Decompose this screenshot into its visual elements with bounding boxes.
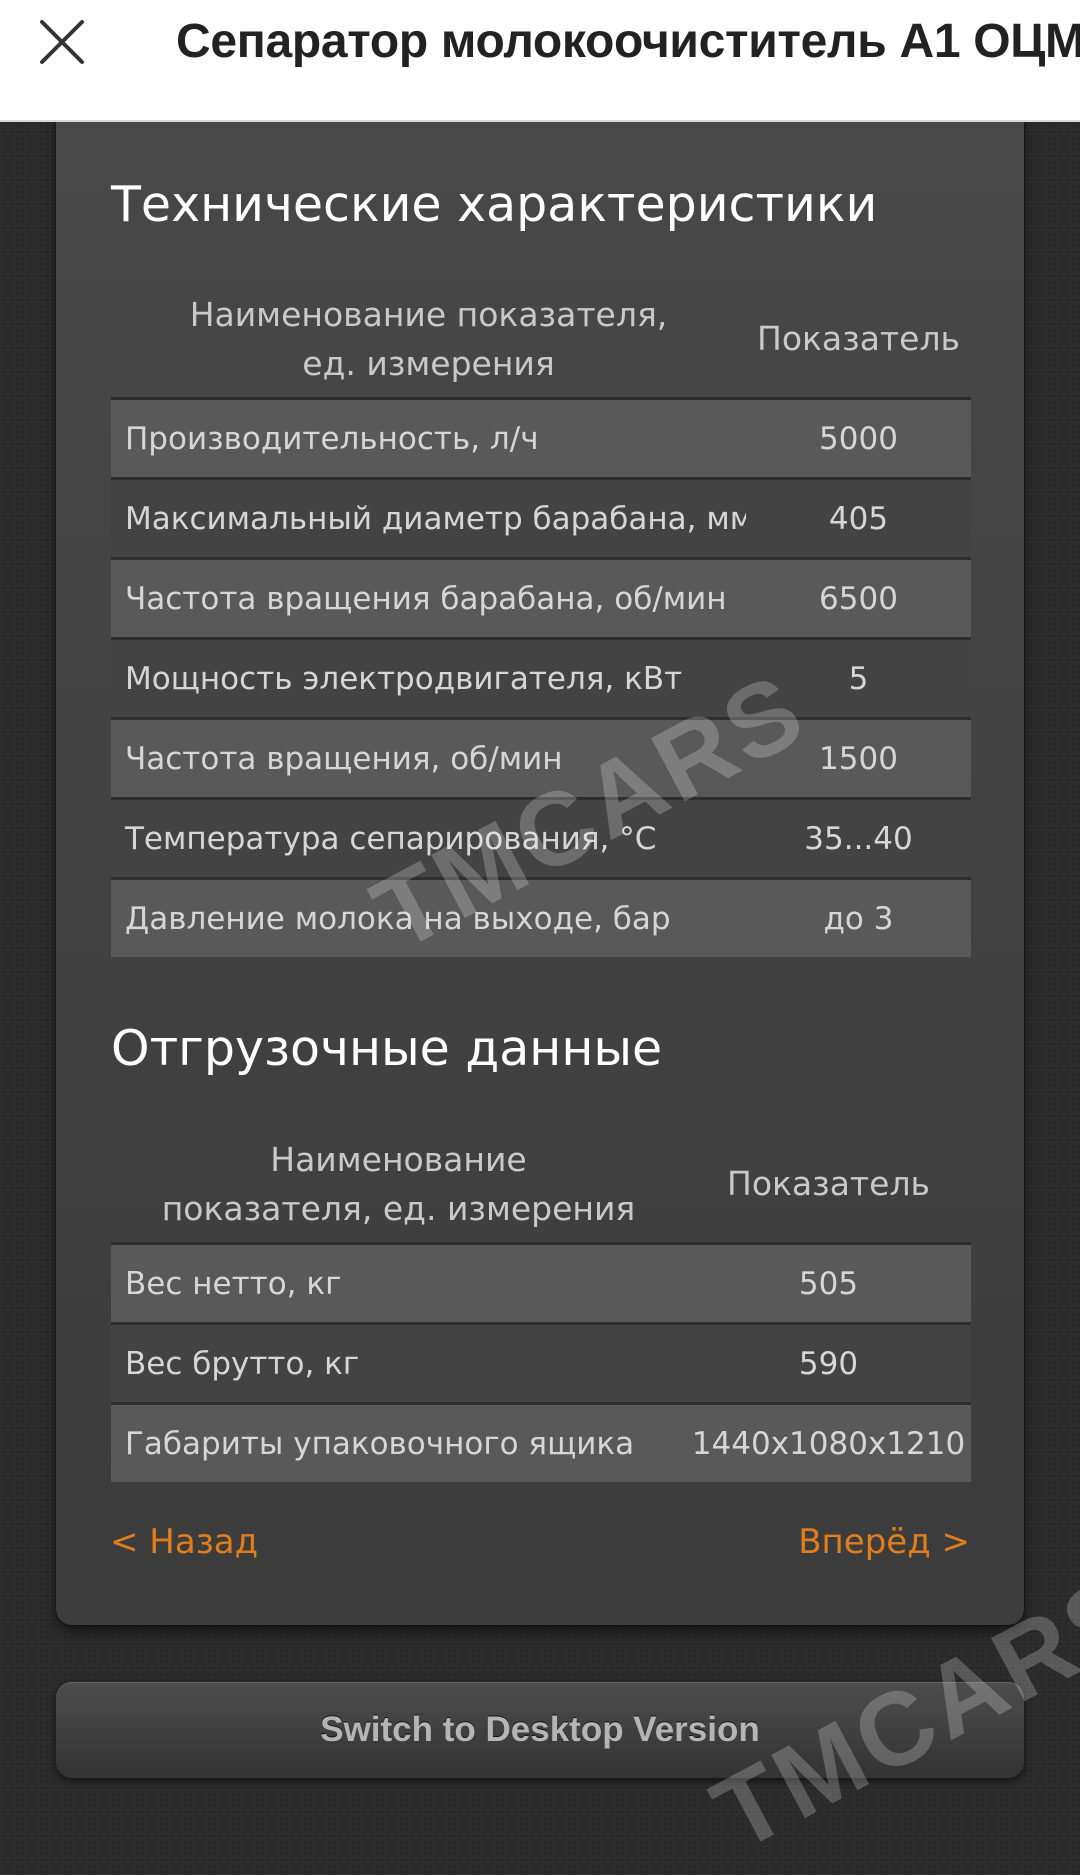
forward-link[interactable]: Вперёд > xyxy=(798,1522,970,1562)
specs-table: Наименование показателя, ед. измерения П… xyxy=(111,280,971,957)
table-row: Вес брутто, кг 590 xyxy=(111,1325,971,1405)
row-label: Габариты упаковочного ящика xyxy=(125,1425,635,1462)
table-row: Частота вращения, об/мин 1500 xyxy=(111,720,971,800)
row-label: Частота вращения барабана, об/мин xyxy=(125,580,727,617)
table-row: Максимальный диаметр барабана, мм 405 xyxy=(111,480,971,560)
shipping-col-name-header: Наименование показателя, ед. измерения xyxy=(161,1139,636,1228)
table-row: Температура сепарирования, °С 35...40 xyxy=(111,800,971,880)
close-icon xyxy=(40,20,84,64)
close-button[interactable] xyxy=(38,18,86,66)
row-label: Максимальный диаметр барабана, мм xyxy=(125,500,746,537)
row-label: Мощность электродвигателя, кВт xyxy=(125,660,683,697)
row-label: Производительность, л/ч xyxy=(125,420,539,457)
row-label: Частота вращения, об/мин xyxy=(125,740,563,777)
back-link[interactable]: < Назад xyxy=(110,1522,258,1562)
row-value: 590 xyxy=(798,1345,859,1382)
table-row: Вес нетто, кг 505 xyxy=(111,1245,971,1325)
row-label: Вес брутто, кг xyxy=(125,1345,360,1382)
row-value: 5000 xyxy=(819,420,898,457)
page-title: Сепаратор молокоочиститель А1 ОЦМ xyxy=(176,15,1080,68)
table-row: Давление молока на выходе, бар до 3 xyxy=(111,880,971,957)
table-row: Производительность, л/ч 5000 xyxy=(111,400,971,480)
row-value: 5 xyxy=(848,660,869,697)
row-value: 405 xyxy=(828,500,889,537)
table-row: Габариты упаковочного ящика 1440x1080x12… xyxy=(111,1405,971,1482)
row-label: Вес нетто, кг xyxy=(125,1265,342,1302)
shipping-table-header: Наименование показателя, ед. измерения П… xyxy=(111,1125,971,1245)
row-value: до 3 xyxy=(823,900,894,937)
specs-section-title: Технические характеристики xyxy=(111,176,878,233)
switch-desktop-button[interactable]: Switch to Desktop Version xyxy=(56,1682,1024,1778)
specs-col-value-header: Показатель xyxy=(757,319,960,358)
shipping-table: Наименование показателя, ед. измерения П… xyxy=(111,1125,971,1482)
shipping-col-value-header: Показатель xyxy=(727,1164,930,1203)
row-value: 35...40 xyxy=(804,820,913,857)
row-label: Температура сепарирования, °С xyxy=(125,820,657,857)
row-label: Давление молока на выходе, бар xyxy=(125,900,671,937)
row-value: 1440x1080x1210 xyxy=(691,1425,966,1462)
table-row: Мощность электродвигателя, кВт 5 xyxy=(111,640,971,720)
specs-table-header: Наименование показателя, ед. измерения П… xyxy=(111,280,971,400)
row-value: 505 xyxy=(798,1265,859,1302)
shipping-section-title: Отгрузочные данные xyxy=(111,1020,663,1077)
row-value: 1500 xyxy=(819,740,898,777)
table-row: Частота вращения барабана, об/мин 6500 xyxy=(111,560,971,640)
top-bar: Сепаратор молокоочиститель А1 ОЦМ xyxy=(0,0,1080,122)
row-value: 6500 xyxy=(819,580,898,617)
specs-col-name-header: Наименование показателя, ед. измерения xyxy=(189,294,668,383)
